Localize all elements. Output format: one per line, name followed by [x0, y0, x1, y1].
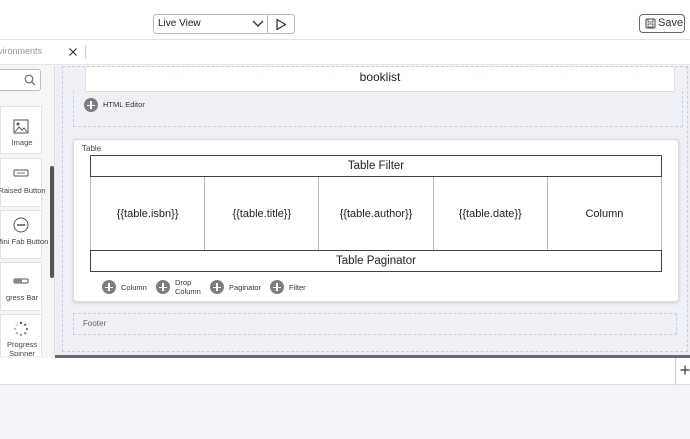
search-icon — [24, 74, 36, 86]
raised-button-icon — [13, 169, 29, 177]
tab-bar: vironments — [0, 40, 690, 65]
page-container: booklist HTML Editor Table Table Filter … — [62, 66, 688, 352]
design-canvas: booklist HTML Editor Table Table Filter … — [56, 66, 690, 356]
add-html-editor-icon[interactable] — [84, 98, 98, 112]
drop-column-label[interactable]: Drop — [175, 279, 191, 287]
drop-column-label[interactable]: Column — [175, 288, 201, 296]
drop-column-icon[interactable] — [156, 280, 170, 294]
html-editor-section: HTML Editor — [73, 91, 683, 127]
add-column-label[interactable]: Column — [121, 284, 147, 292]
sidebar-item-progress-bar[interactable]: gress Bar — [0, 262, 42, 311]
table-component[interactable]: Table Table Filter {{table.isbn}} {{tabl… — [73, 139, 679, 302]
table-label: Table — [82, 144, 102, 153]
component-sidebar: Image Raised Button Mini Fab Button gres… — [0, 66, 55, 356]
sidebar-item-label: Image — [11, 138, 33, 147]
chevron-down-icon — [252, 20, 264, 27]
sidebar-item-label: Raised Button — [0, 186, 46, 195]
image-icon — [13, 119, 29, 134]
sidebar-item-image[interactable]: Image — [0, 106, 42, 154]
tab-environments[interactable]: vironments — [0, 46, 42, 56]
table-column[interactable]: {{table.title}} — [205, 177, 320, 251]
page-title: booklist — [85, 67, 675, 92]
bottom-panel — [0, 358, 690, 385]
tab-divider — [85, 45, 86, 59]
run-button[interactable] — [268, 14, 295, 34]
component-search-input[interactable] — [0, 69, 41, 91]
table-column[interactable]: {{table.author}} — [319, 177, 434, 251]
sidebar-item-label: Progress Spinner — [6, 340, 37, 356]
sidebar-scrollbar[interactable] — [50, 166, 54, 278]
mini-fab-icon — [13, 217, 29, 233]
table-column[interactable]: Column — [548, 177, 661, 251]
table-column[interactable]: {{table.date}} — [434, 177, 548, 251]
progress-bar-icon — [13, 278, 29, 284]
close-icon[interactable] — [68, 46, 78, 58]
add-html-editor-label[interactable]: HTML Editor — [103, 101, 145, 109]
table-paginator[interactable]: Table Paginator — [90, 250, 662, 272]
plus-icon[interactable] — [680, 364, 690, 376]
top-toolbar: Live View Save — [0, 0, 690, 40]
sidebar-item-raised-button[interactable]: Raised Button — [0, 158, 46, 207]
floppy-disk-icon — [645, 18, 656, 29]
sidebar-item-progress-spinner[interactable]: Progress Spinner — [0, 314, 42, 356]
add-column-icon[interactable] — [102, 280, 116, 294]
table-columns: {{table.isbn}} {{table.title}} {{table.a… — [90, 177, 662, 251]
footer-section[interactable]: Footer — [73, 313, 677, 335]
view-mode-value: Live View — [158, 18, 201, 29]
sidebar-item-label: Mini Fab Button — [0, 237, 49, 246]
add-paginator-icon[interactable] — [210, 280, 224, 294]
sidebar-item-mini-fab-button[interactable]: Mini Fab Button — [0, 210, 48, 259]
view-mode-select[interactable]: Live View — [153, 14, 268, 34]
table-column[interactable]: {{table.isbn}} — [91, 177, 206, 251]
table-filter[interactable]: Table Filter — [90, 155, 662, 177]
save-label: Save — [658, 17, 684, 29]
add-filter-label[interactable]: Filter — [289, 284, 306, 292]
bottom-divider — [675, 358, 676, 385]
progress-spinner-icon — [13, 321, 29, 337]
add-paginator-label[interactable]: Paginator — [229, 284, 261, 292]
add-filter-icon[interactable] — [270, 280, 284, 294]
sidebar-item-label: gress Bar — [5, 293, 39, 302]
play-icon — [276, 18, 287, 31]
save-button[interactable]: Save — [639, 14, 685, 33]
